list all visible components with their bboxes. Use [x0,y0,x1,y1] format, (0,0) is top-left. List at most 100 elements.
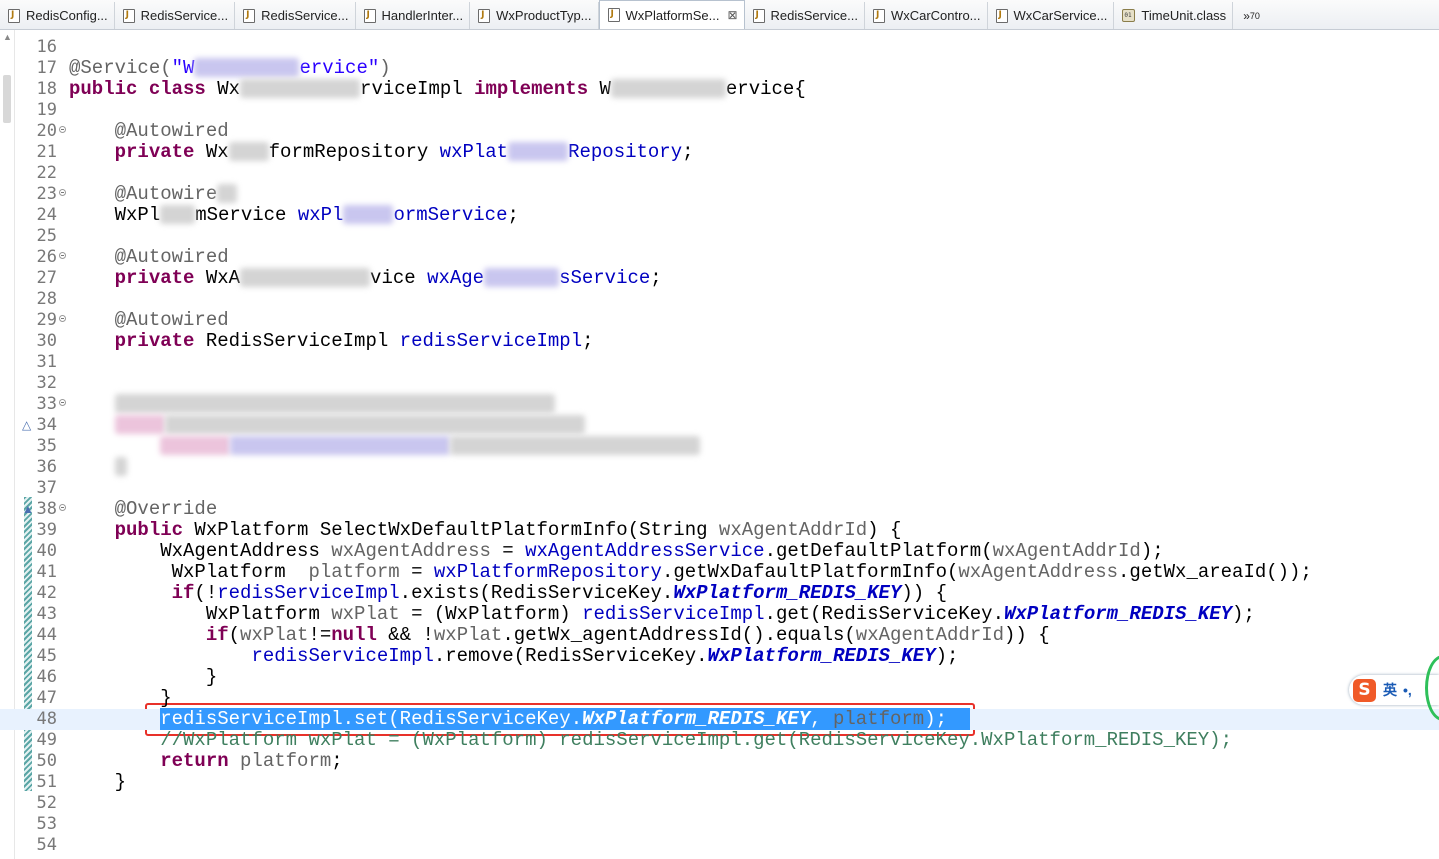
close-tab-icon[interactable]: ⊠ [727,8,737,22]
code-line[interactable]: 46 } [0,667,1439,688]
code-text[interactable]: redisServiceImpl.set(RedisServiceKey.WxP… [69,708,970,730]
code-token: } [69,666,218,688]
code-line[interactable]: 51 } [0,772,1439,793]
code-line[interactable]: 34 △ [0,415,1439,436]
editor-tab[interactable]: RedisService... [235,2,356,29]
sogou-logo-icon[interactable]: S [1353,678,1376,702]
code-text[interactable]: } [69,772,126,793]
code-text[interactable]: //WxPlatform wxPlat = (WxPlatform) redis… [69,730,1232,751]
code-text[interactable]: return platform; [69,751,342,772]
code-text[interactable]: private Wx formRepository wxPlat Repositor… [69,142,694,163]
fold-toggle-icon[interactable] [59,252,66,259]
code-editor[interactable]: ▲ 16 17 @Service("W ervice") 18 public class … [0,30,1439,859]
code-line[interactable]: 44 if(wxPlat!=null && !wxPlat.getWx_agen… [0,625,1439,646]
editor-tab[interactable]: WxProductTyp... [470,2,599,29]
code-line[interactable]: 18 public class Wx rviceImpl implements We… [0,79,1439,100]
code-line[interactable]: 36 [0,457,1439,478]
code-line[interactable]: 23 @Autowire [0,184,1439,205]
editor-tab[interactable]: RedisConfig... [0,2,115,29]
code-line[interactable]: 17 @Service("W ervice") [0,58,1439,79]
code-line[interactable]: 48 redisServiceImpl.set(RedisServiceKey.… [0,708,1439,730]
code-text[interactable]: @Service("W ervice") [69,58,391,79]
code-text[interactable]: redisServiceImpl.remove(RedisServiceKey.… [69,646,958,667]
code-line[interactable]: 52 [0,793,1439,814]
code-line[interactable]: 30 private RedisServiceImpl redisService… [0,331,1439,352]
code-line[interactable]: 53 [0,814,1439,835]
code-text[interactable] [69,457,127,478]
code-line[interactable]: 43 WxPlatform wxPlat = (WxPlatform) redi… [0,604,1439,625]
editor-tab[interactable]: RedisService... [115,2,236,29]
editor-tab[interactable]: WxPlatformSe... ⊠ [598,0,745,29]
editor-tab[interactable]: RedisService... [745,2,865,29]
code-line[interactable]: 28 [0,289,1439,310]
code-text[interactable]: WxAgentAddress wxAgentAddress = wxAgentA… [69,541,1163,562]
code-text[interactable]: public WxPlatform SelectWxDefaultPlatfor… [69,520,902,541]
code-text[interactable]: if(!redisServiceImpl.exists(RedisService… [69,583,947,604]
code-text[interactable] [69,415,585,436]
code-text[interactable]: @Autowire [69,184,238,205]
code-token: WxPlatform_REDIS_KEY [1004,603,1233,625]
code-text[interactable]: WxPlatform platform = wxPlatformReposito… [69,562,1312,583]
code-token: WxPl [69,204,161,226]
code-line[interactable]: 29 @Autowired [0,310,1439,331]
code-token: wxPl [297,204,344,226]
code-text[interactable] [69,436,701,457]
fold-toggle-icon[interactable] [59,189,66,196]
code-line[interactable]: 38 ▲ @Override [0,499,1439,520]
editor-tab[interactable]: TimeUnit.class [1114,2,1234,29]
code-line[interactable]: 31 [0,352,1439,373]
code-line[interactable]: 24 WxPl mService wxPl ormService; [0,205,1439,226]
editor-tab[interactable]: WxCarContro... [865,2,988,29]
code-line[interactable]: 40 WxAgentAddress wxAgentAddress = wxAge… [0,541,1439,562]
code-line[interactable]: 42 if(!redisServiceImpl.exists(RedisServ… [0,583,1439,604]
code-line[interactable]: 49 //WxPlatform wxPlat = (WxPlatform) re… [0,730,1439,751]
code-line[interactable]: 47 } [0,688,1439,709]
code-line[interactable]: 32 [0,373,1439,394]
tab-label: RedisService... [770,8,858,23]
code-text[interactable] [69,394,555,415]
override-marker-icon[interactable]: ▲ [22,499,34,520]
code-line[interactable]: 35 [0,436,1439,457]
code-line[interactable]: 54 [0,835,1439,856]
code-token: } [69,687,172,709]
code-text[interactable]: private RedisServiceImpl redisServiceImp… [69,331,594,352]
tab-overflow-button[interactable]: » 70 [1233,2,1266,29]
fold-toggle-icon[interactable] [59,315,66,322]
override-marker-icon[interactable]: △ [22,415,31,436]
code-line[interactable]: 22 [0,163,1439,184]
editor-tab[interactable]: WxCarService... [988,2,1115,29]
code-line[interactable]: 45 redisServiceImpl.remove(RedisServiceK… [0,646,1439,667]
line-number: 39 [36,520,57,540]
code-text[interactable]: @Override [69,499,218,520]
code-line[interactable]: 41 WxPlatform platform = wxPlatformRepos… [0,562,1439,583]
code-text[interactable]: public class Wx rviceImpl implements Werv… [69,79,806,100]
code-line[interactable]: 26 @Autowired [0,247,1439,268]
code-line[interactable]: 37 [0,478,1439,499]
code-text[interactable]: @Autowired [69,121,229,142]
code-text[interactable]: } [69,667,217,688]
code-line[interactable]: 50 return platform; [0,751,1439,772]
code-line[interactable]: 27 private WxA vice wxAge sService; [0,268,1439,289]
code-line[interactable]: 33 [0,394,1439,415]
fold-toggle-icon[interactable] [59,399,66,406]
code-text[interactable]: } [69,687,172,709]
code-line[interactable]: 25 [0,226,1439,247]
code-line[interactable]: 20 @Autowired [0,121,1439,142]
ime-punctuation-mode[interactable]: •, [1403,682,1412,698]
fold-toggle-icon[interactable] [59,504,66,511]
code-text[interactable]: WxPlatform wxPlat = (WxPlatform) redisSe… [69,604,1255,625]
fold-toggle-icon[interactable] [59,126,66,133]
code-text[interactable]: if(wxPlat!=null && !wxPlat.getWx_agentAd… [69,625,1050,646]
code-line[interactable]: 16 [0,37,1439,58]
editor-tab[interactable]: HandlerInter... [356,2,471,29]
code-text[interactable]: @Autowired [69,310,229,331]
code-line[interactable]: 21 private Wx formRepository wxPlat Reposi… [0,142,1439,163]
ime-language-mode[interactable]: 英 [1383,680,1397,700]
code-line[interactable]: 19 [0,100,1439,121]
code-text[interactable]: @Autowired [69,247,229,268]
code-token: null [331,624,377,646]
code-text[interactable]: private WxA vice wxAge sService; [69,268,662,289]
code-text[interactable]: WxPl mService wxPl ormService; [69,205,519,226]
text-selection[interactable]: redisServiceImpl.set(RedisServiceKey.WxP… [160,708,970,730]
code-line[interactable]: 39 public WxPlatform SelectWxDefaultPlat… [0,520,1439,541]
